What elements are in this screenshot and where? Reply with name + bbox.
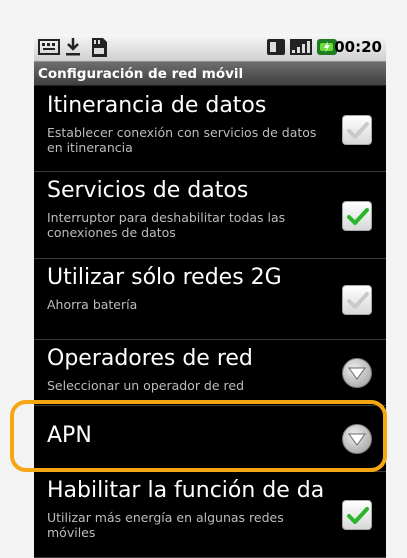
setting-network-operators[interactable]: Operadores de red Seleccionar un operador… <box>34 340 386 406</box>
setting-title: Itinerancia de datos <box>47 93 267 118</box>
setting-title: Habilitar la función de da <box>47 478 325 503</box>
chevron-down-icon[interactable] <box>342 358 372 388</box>
setting-data-services[interactable]: Servicios de datos Interruptor para desha… <box>34 172 386 259</box>
check-icon <box>347 208 369 225</box>
checkbox-checked[interactable] <box>342 500 372 530</box>
setting-data-function[interactable]: Habilitar la función de da Utilizar más e… <box>34 472 386 558</box>
setting-subtitle: Utilizar más energía en algunas redes mó… <box>47 510 284 540</box>
chevron-down-icon[interactable] <box>342 424 372 454</box>
setting-title: Operadores de red <box>47 346 253 371</box>
check-icon <box>347 122 369 139</box>
page-title: Configuración de red móvil <box>34 62 386 86</box>
keyboard-icon <box>38 37 60 61</box>
check-icon <box>347 292 369 309</box>
setting-subtitle: Establecer conexión con servicios de dat… <box>47 125 317 155</box>
sd-card-icon <box>89 37 109 62</box>
checkbox-unchecked[interactable] <box>342 285 372 315</box>
setting-title: Utilizar sólo redes 2G <box>47 265 282 290</box>
signal-icon <box>289 37 313 61</box>
download-icon <box>64 37 82 61</box>
setting-apn[interactable]: APN <box>34 406 386 472</box>
setting-data-roaming[interactable]: Itinerancia de datos Establecer conexión … <box>34 87 386 172</box>
checkbox-checked[interactable] <box>342 201 372 231</box>
phone-data-icon <box>266 37 286 61</box>
setting-title: Servicios de datos <box>47 178 249 203</box>
device-frame: 00:20 Configuración de red móvil Itinera… <box>0 0 407 558</box>
status-bar: 00:20 <box>34 34 386 62</box>
phone-screen: 00:20 Configuración de red móvil Itinera… <box>34 34 386 558</box>
setting-subtitle: Ahorra batería <box>47 297 138 312</box>
check-icon <box>347 507 369 524</box>
setting-2g-only[interactable]: Utilizar sólo redes 2G Ahorra batería <box>34 259 386 340</box>
setting-subtitle: Seleccionar un operador de red <box>47 378 245 393</box>
status-time: 00:20 <box>334 38 382 56</box>
checkbox-unchecked[interactable] <box>342 115 372 145</box>
setting-subtitle: Interruptor para deshabilitar todas las … <box>47 210 286 240</box>
setting-title: APN <box>47 423 92 448</box>
